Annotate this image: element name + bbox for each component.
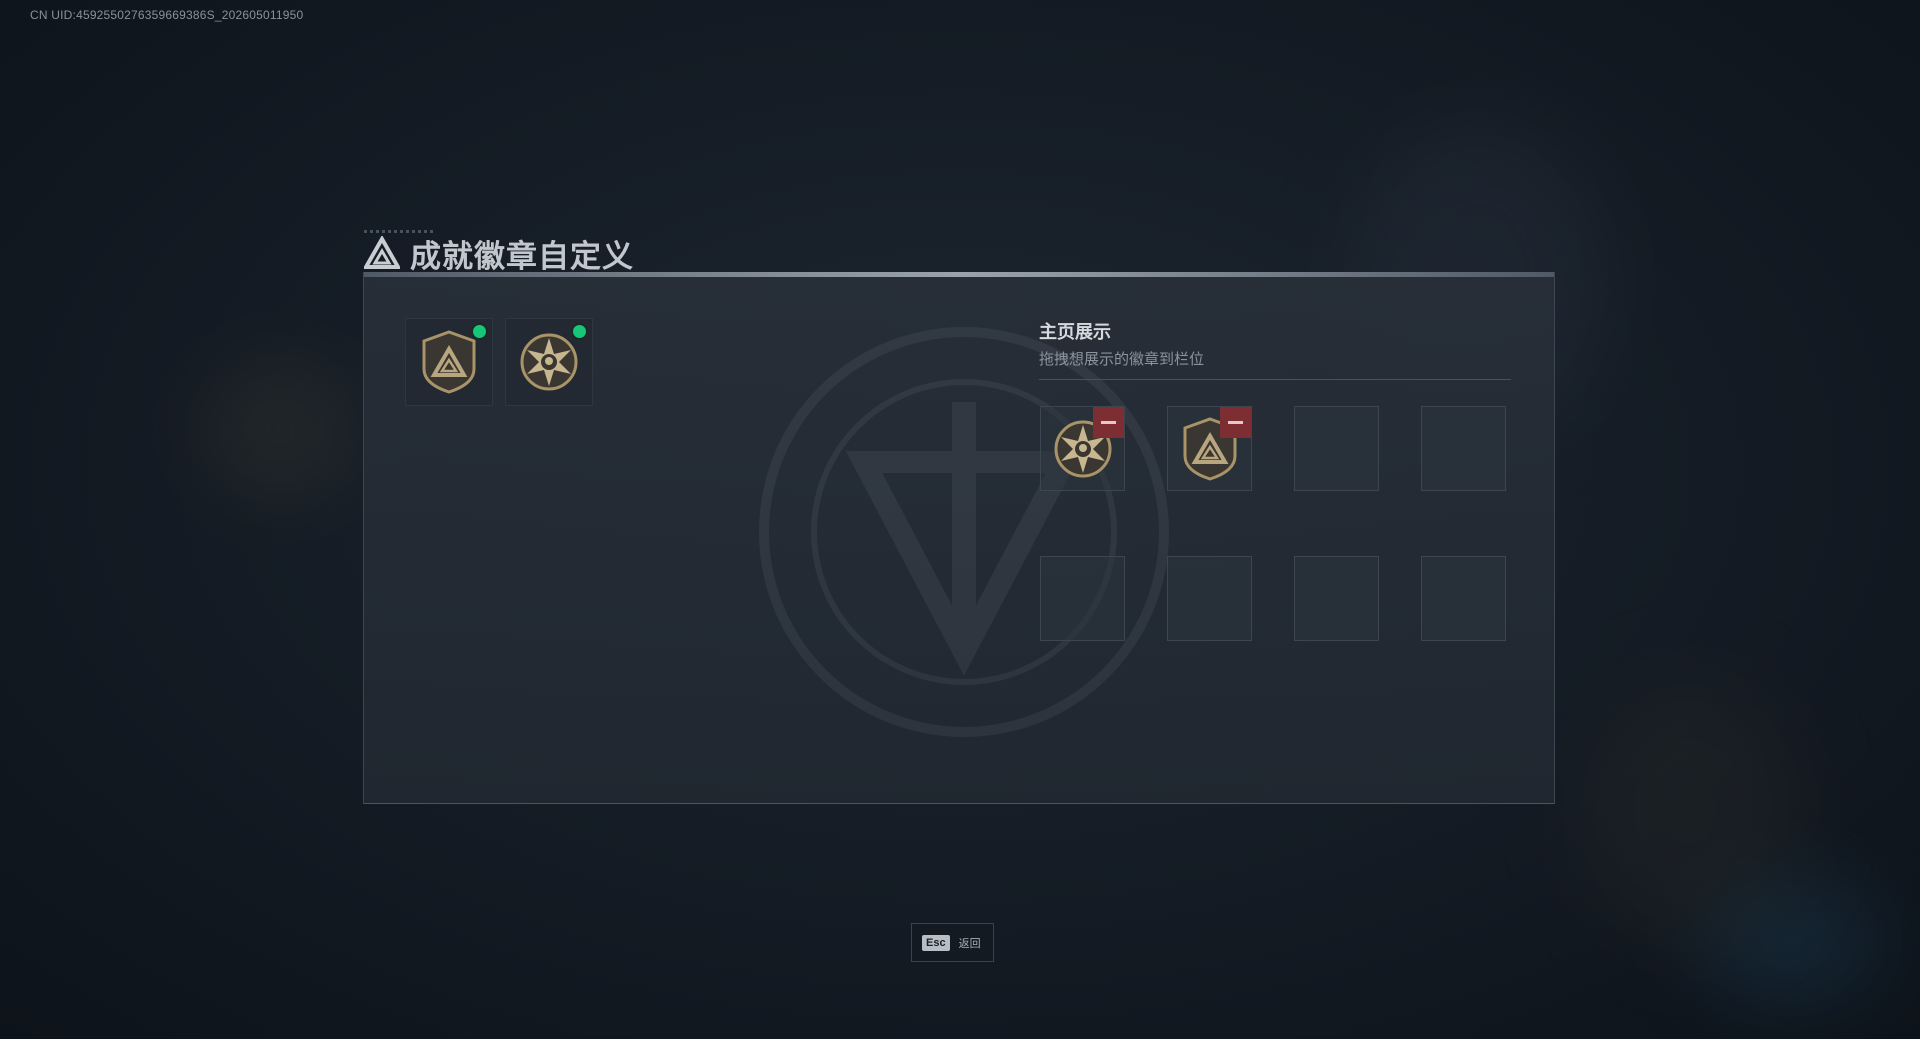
display-slot[interactable] (1040, 406, 1125, 491)
equipped-indicator (573, 325, 586, 338)
display-slot-empty[interactable] (1294, 406, 1379, 491)
star-skull-badge-icon (520, 333, 578, 391)
panel-top-bar (364, 272, 1554, 277)
equipped-indicator (473, 325, 486, 338)
back-label: 返回 (958, 936, 981, 950)
page-title: 成就徽章自定义 (410, 238, 634, 275)
esc-key-icon: Esc (922, 934, 950, 951)
badge-customize-panel: 主页展示 拖拽想展示的徽章到栏位 (363, 272, 1555, 804)
minus-icon (1101, 421, 1116, 424)
owned-badge-tile[interactable] (505, 318, 593, 406)
display-slot-empty[interactable] (1421, 556, 1506, 641)
triangle-logo-icon (364, 236, 400, 269)
display-slot-empty[interactable] (1294, 556, 1379, 641)
owned-badge-list (405, 318, 593, 406)
display-slot-empty[interactable] (1421, 406, 1506, 491)
display-slot-grid (1040, 406, 1506, 641)
section-subtitle: 拖拽想展示的徽章到栏位 (1039, 350, 1205, 368)
minus-icon (1228, 421, 1243, 424)
back-button[interactable]: Esc 返回 (911, 923, 994, 962)
divider (1039, 379, 1511, 380)
display-slot-empty[interactable] (1040, 556, 1125, 641)
display-slot-empty[interactable] (1167, 556, 1252, 641)
display-section-header: 主页展示 拖拽想展示的徽章到栏位 (1039, 318, 1511, 380)
owned-badge-tile[interactable] (405, 318, 493, 406)
section-title: 主页展示 (1039, 322, 1111, 343)
uid-label: CN UID:4592550276359669386S_202605011950 (30, 8, 304, 22)
remove-badge-button[interactable] (1093, 407, 1124, 438)
shield-triangle-badge-icon (422, 330, 476, 394)
display-slot[interactable] (1167, 406, 1252, 491)
window-header: 成就徽章自定义 (364, 232, 634, 275)
remove-badge-button[interactable] (1220, 407, 1251, 438)
